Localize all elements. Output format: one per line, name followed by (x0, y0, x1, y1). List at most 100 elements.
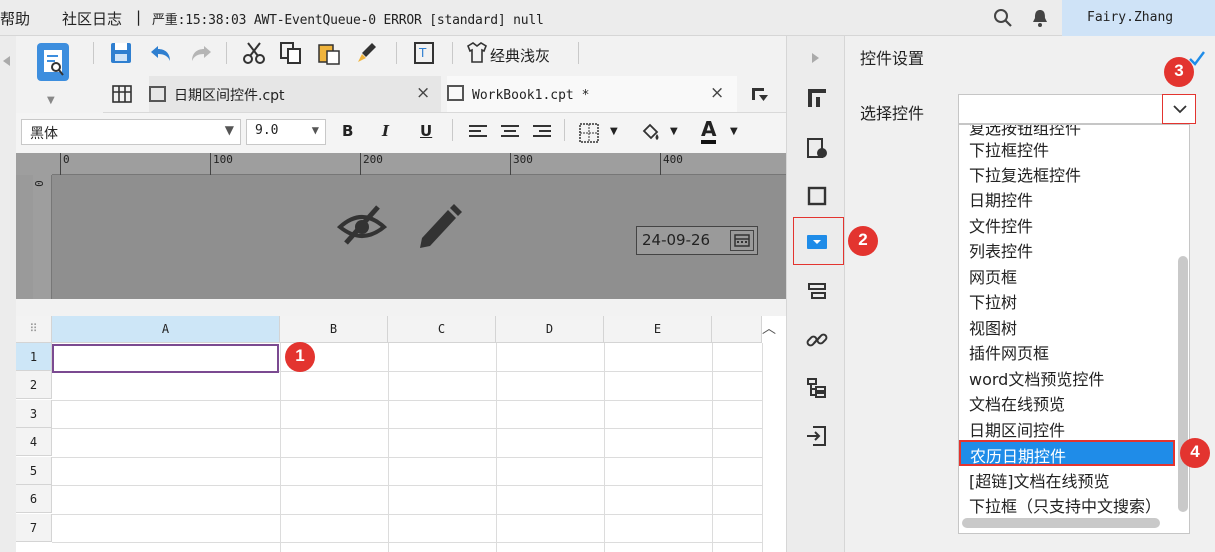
svg-text:T: T (418, 46, 427, 60)
chevron-down-icon[interactable]: ▼ (610, 126, 618, 137)
list-item[interactable]: 网页框 (969, 264, 1017, 288)
bell-icon[interactable] (1031, 8, 1049, 28)
date-control-widget[interactable]: 24-09-26 (636, 226, 758, 255)
list-item[interactable]: word文档预览控件 (969, 366, 1104, 390)
list-item[interactable]: 视图树 (969, 315, 1017, 339)
file-tab-bar: 日期区间控件.cpt × WorkBook1.cpt * × (103, 76, 786, 113)
font-color-button[interactable]: A (701, 118, 717, 144)
align-right-icon[interactable] (532, 124, 552, 140)
list-item[interactable]: 下拉树 (969, 289, 1017, 313)
calendar-icon[interactable] (730, 230, 754, 251)
redo-icon[interactable] (188, 40, 214, 66)
ruler-corner (16, 153, 52, 175)
eye-slash-icon[interactable] (336, 203, 388, 247)
cpt-file-icon (447, 85, 464, 101)
list-item[interactable]: 文件控件 (969, 213, 1033, 237)
theme-shirt-icon[interactable] (464, 40, 490, 66)
align-center-icon[interactable] (500, 124, 520, 140)
tab-workbook1-cpt[interactable]: WorkBook1.cpt * (447, 76, 737, 112)
list-item[interactable]: 日期控件 (969, 187, 1033, 211)
border-grid-icon[interactable] (578, 122, 600, 144)
cut-icon[interactable] (241, 40, 267, 66)
community-log-label[interactable]: 社区日志 (62, 8, 122, 29)
font-family-value: 黑体 (30, 126, 58, 142)
bold-button[interactable]: B (342, 122, 353, 140)
chevron-down-icon: ▼ (311, 123, 319, 137)
text-widget-icon[interactable]: T (412, 40, 438, 66)
close-tab-icon[interactable]: × (710, 83, 724, 103)
save-icon[interactable] (108, 40, 134, 66)
user-account[interactable]: Fairy.Zhang (1062, 0, 1215, 36)
list-item[interactable]: 文档在线预览 (969, 391, 1065, 415)
chevron-down-icon[interactable]: ▼ (670, 126, 678, 137)
cell-element-icon[interactable] (805, 136, 829, 160)
list-item[interactable]: 下拉复选框控件 (969, 162, 1081, 186)
search-icon[interactable] (993, 8, 1013, 28)
theme-label[interactable]: 经典浅灰 (490, 45, 550, 66)
pencil-edit-icon[interactable] (412, 202, 464, 248)
report-search-icon (44, 50, 64, 76)
cell-attribute-icon[interactable] (805, 86, 829, 110)
row-header[interactable]: 1 (16, 343, 52, 371)
font-size-value: 9.0 (255, 123, 279, 138)
tab-list-icon[interactable] (751, 87, 769, 103)
row-header[interactable]: 2 (16, 371, 52, 399)
italic-button[interactable]: I (382, 122, 389, 140)
row-header[interactable]: 5 (16, 457, 52, 485)
format-painter-icon[interactable] (354, 40, 380, 66)
list-item[interactable]: 下拉框控件 (969, 137, 1049, 161)
main-toolbar: T 经典浅灰 (16, 36, 786, 76)
widget-settings-highlight (793, 217, 844, 265)
ruler-tick: 100 (210, 153, 233, 175)
list-item[interactable]: 日期区间控件 (969, 417, 1065, 441)
hyperlink-icon[interactable] (805, 328, 829, 352)
row-header[interactable]: 3 (16, 400, 52, 428)
scroll-up-icon[interactable]: ︿ (762, 318, 776, 338)
column-header-f[interactable] (712, 316, 762, 343)
selected-cell-a1[interactable] (52, 344, 279, 373)
column-header-e[interactable]: E (604, 316, 712, 343)
font-family-select[interactable]: 黑体 ▼ (21, 119, 241, 145)
paste-icon[interactable] (316, 40, 342, 66)
border-frame-icon[interactable] (805, 184, 829, 208)
list-item[interactable]: [超链]文档在线预览 (969, 468, 1110, 492)
copy-icon[interactable] (278, 40, 304, 66)
list-item[interactable]: 列表控件 (969, 238, 1033, 262)
select-all-corner-icon[interactable]: ⠿ (16, 316, 52, 343)
horizontal-ruler: 0 100 200 300 400 (52, 153, 786, 175)
underline-button[interactable]: U (420, 122, 432, 140)
undo-icon[interactable] (148, 40, 174, 66)
widget-type-select[interactable] (958, 94, 1196, 124)
fill-color-bucket-icon[interactable] (638, 121, 662, 145)
column-header-d[interactable]: D (496, 316, 604, 343)
vertical-ruler: 0 (33, 175, 52, 299)
data-entry-icon[interactable] (805, 424, 829, 448)
app-logo[interactable] (37, 43, 69, 81)
options-horizontal-scrollbar[interactable] (962, 518, 1160, 528)
grid-layout-icon[interactable] (112, 85, 132, 103)
row-header[interactable]: 7 (16, 514, 52, 542)
list-item[interactable]: 插件网页框 (969, 340, 1049, 364)
tree-structure-icon[interactable] (805, 376, 829, 400)
list-item[interactable]: 下拉框（只支持中文搜索） (969, 493, 1161, 517)
column-header-b[interactable]: B (280, 316, 388, 343)
expand-right-icon[interactable] (811, 52, 835, 76)
widget-type-dropdown-button[interactable] (1162, 94, 1196, 124)
collapse-left-icon[interactable] (3, 56, 11, 66)
close-tab-icon[interactable]: × (416, 83, 430, 103)
tab-date-range-cpt[interactable]: 日期区间控件.cpt (149, 76, 441, 112)
help-menu[interactable]: 帮助 (0, 8, 30, 29)
row-header[interactable]: 4 (16, 428, 52, 456)
font-size-select[interactable]: 9.0 ▼ (246, 119, 326, 145)
options-vertical-scrollbar[interactable] (1178, 256, 1188, 512)
callout-badge-1: 1 (285, 342, 315, 372)
row-header[interactable]: 6 (16, 485, 52, 513)
chevron-down-icon[interactable]: ▼ (730, 126, 738, 137)
align-left-icon[interactable] (468, 124, 488, 140)
condition-attribute-icon[interactable] (805, 280, 829, 304)
list-item-selected[interactable]: 农历日期控件 (959, 440, 1175, 466)
column-header-c[interactable]: C (388, 316, 496, 343)
widget-type-options-list[interactable]: 复选按钮组控件 下拉框控件 下拉复选框控件 日期控件 文件控件 列表控件 网页框… (958, 124, 1190, 534)
logo-menu-caret-icon[interactable]: ▼ (47, 95, 55, 106)
column-header-a[interactable]: A (52, 316, 280, 343)
